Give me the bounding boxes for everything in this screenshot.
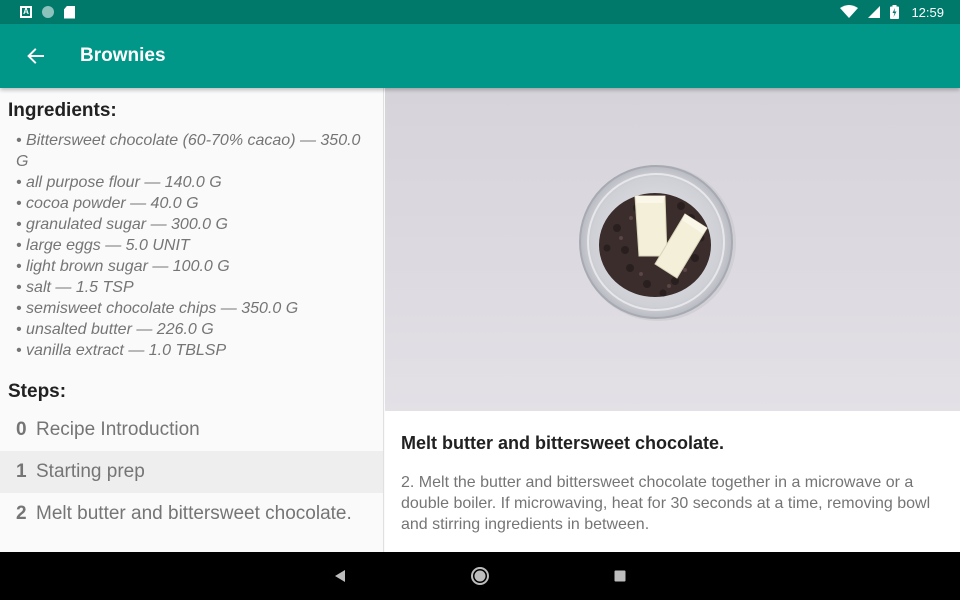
step-number: 2 xyxy=(16,503,27,524)
ingredient-item: • semisweet chocolate chips — 350.0 G xyxy=(16,300,299,317)
app-bar: Brownies xyxy=(0,24,960,88)
step-item-1[interactable]: 1 Starting prep xyxy=(0,451,383,493)
step-media-player[interactable] xyxy=(385,88,960,411)
arrow-back-icon xyxy=(27,48,44,64)
battery-icon xyxy=(890,5,900,19)
recents-square-icon xyxy=(614,570,626,582)
ingredient-item: • granulated sugar — 300.0 G xyxy=(16,216,228,233)
ingredient-item: • all purpose flour — 140.0 G xyxy=(16,174,222,191)
status-right-icons: 12:59 xyxy=(840,5,944,20)
status-left-icons: A xyxy=(20,5,75,19)
steps-title: Steps: xyxy=(8,381,67,402)
wifi-icon xyxy=(840,5,859,18)
ingredients-list: • Bittersweet chocolate (60-70% cacao) —… xyxy=(0,122,383,361)
step-image xyxy=(579,165,736,321)
back-button[interactable] xyxy=(0,24,72,88)
step-label: Recipe Introduction xyxy=(36,419,200,440)
ingredient-item: • cocoa powder — 40.0 G xyxy=(16,195,199,212)
ingredients-title: Ingredients: xyxy=(8,100,117,121)
ingredient-item: • light brown sugar — 100.0 G xyxy=(16,258,230,275)
step-number: 0 xyxy=(16,419,27,440)
step-item-0[interactable]: 0 Recipe Introduction xyxy=(0,409,383,451)
page-title: Brownies xyxy=(80,45,166,66)
step-description: 2. Melt the butter and bittersweet choco… xyxy=(401,474,931,533)
ingredient-item: • unsalted butter — 226.0 G xyxy=(16,321,214,338)
step-label: Starting prep xyxy=(36,461,145,482)
step-short-description: Melt butter and bittersweet chocolate. xyxy=(401,433,725,453)
step-number: 1 xyxy=(16,461,27,482)
recipe-overview-pane[interactable]: Ingredients: • Bittersweet chocolate (60… xyxy=(0,88,384,552)
back-triangle-icon xyxy=(335,570,345,582)
nav-back-button[interactable] xyxy=(320,556,360,596)
step-label: Melt butter and bittersweet chocolate. xyxy=(36,503,352,524)
steps-list: 0 Recipe Introduction 1 Starting prep 2 … xyxy=(0,409,383,535)
circle-notification-icon xyxy=(42,6,54,18)
signal-icon xyxy=(868,6,881,18)
ingredient-item: • large eggs — 5.0 UNIT xyxy=(16,237,190,254)
system-nav-bar xyxy=(0,552,960,600)
ingredient-item: • Bittersweet chocolate (60-70% cacao) —… xyxy=(16,132,361,170)
status-bar: A 12:59 xyxy=(0,0,960,24)
step-detail-pane: Melt butter and bittersweet chocolate. 2… xyxy=(385,88,960,552)
sd-card-icon xyxy=(64,5,75,19)
nav-recents-button[interactable] xyxy=(600,556,640,596)
ingredient-item: • salt — 1.5 TSP xyxy=(16,279,134,296)
step-item-2[interactable]: 2 Melt butter and bittersweet chocolate. xyxy=(0,493,383,535)
a-notification-icon: A xyxy=(20,6,32,18)
ingredient-item: • vanilla extract — 1.0 TBLSP xyxy=(16,342,227,359)
nav-home-button[interactable] xyxy=(460,556,500,596)
home-circle-icon xyxy=(471,567,489,585)
status-time: 12:59 xyxy=(911,4,944,20)
